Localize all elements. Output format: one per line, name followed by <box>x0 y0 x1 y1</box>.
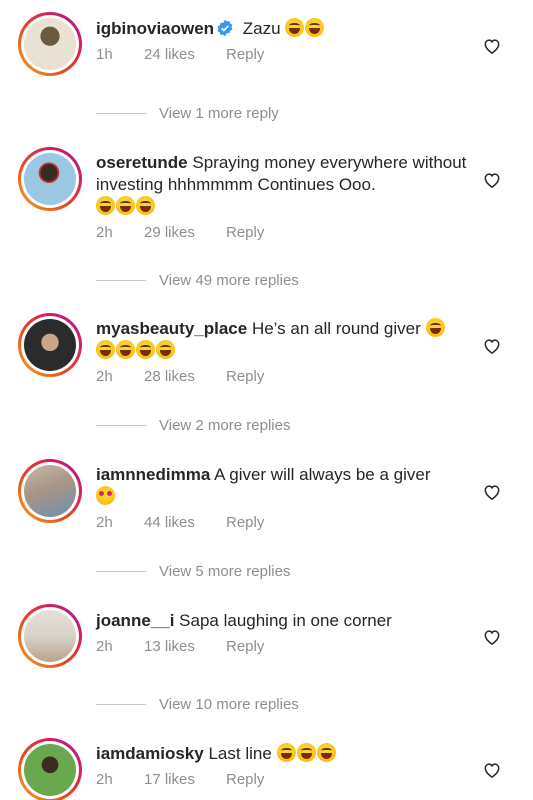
comment-text: Sapa laughing in one corner <box>179 611 392 630</box>
avatar[interactable] <box>18 147 82 211</box>
laughing-emoji-icon <box>96 196 115 215</box>
heart-eyes-emoji-icon <box>96 486 115 505</box>
reply-button[interactable]: Reply <box>226 224 264 241</box>
view-replies-label: View 49 more replies <box>159 271 299 289</box>
reply-button[interactable]: Reply <box>226 514 264 531</box>
view-replies-label: View 2 more replies <box>159 416 291 434</box>
heart-outline-icon[interactable] <box>482 170 502 190</box>
heart-outline-icon[interactable] <box>482 760 502 780</box>
comment-time: 2h <box>96 224 113 241</box>
comment-time: 2h <box>96 368 113 385</box>
heart-outline-icon[interactable] <box>482 36 502 56</box>
comment-username[interactable]: oseretunde <box>96 153 188 172</box>
laughing-emoji-icon <box>136 196 155 215</box>
comment-username[interactable]: joanne__i <box>96 611 174 630</box>
divider-line <box>96 279 146 281</box>
laughing-emoji-icon <box>285 18 305 37</box>
reply-button[interactable]: Reply <box>226 638 264 655</box>
comment-likes[interactable]: 44 likes <box>144 514 226 531</box>
view-replies-label: View 5 more replies <box>159 562 291 580</box>
reply-button[interactable]: Reply <box>226 771 264 788</box>
comment-text: He’s an all round giver <box>251 319 421 338</box>
view-replies-button[interactable]: View 49 more replies <box>96 270 299 290</box>
comment-likes[interactable]: 13 likes <box>144 638 226 655</box>
comment-text: Last line <box>208 744 272 763</box>
laughing-emoji-icon <box>296 743 316 762</box>
view-replies-button[interactable]: View 1 more reply <box>96 103 279 123</box>
divider-line <box>96 424 146 426</box>
view-replies-label: View 10 more replies <box>159 695 299 713</box>
laughing-emoji-icon <box>116 196 135 215</box>
avatar[interactable] <box>18 738 82 800</box>
comment-username[interactable]: iamdamiosky <box>96 744 204 763</box>
avatar[interactable] <box>18 12 82 76</box>
comment-time: 1h <box>96 46 113 63</box>
avatar[interactable] <box>18 313 82 377</box>
verified-badge-icon <box>217 19 233 37</box>
comment-likes[interactable]: 24 likes <box>144 46 226 63</box>
avatar[interactable] <box>18 604 82 668</box>
comment-text: A giver will always be a giver <box>214 465 431 484</box>
comment-username[interactable]: myasbeauty_place <box>96 319 247 338</box>
comment-username[interactable]: iamnnedimma <box>96 465 210 484</box>
laughing-emoji-icon <box>136 340 155 359</box>
heart-outline-icon[interactable] <box>482 482 502 502</box>
divider-line <box>96 703 146 705</box>
comment-text: Zazu <box>242 19 281 38</box>
comment-time: 2h <box>96 638 113 655</box>
comment-username[interactable]: igbinoviaowen <box>96 19 214 38</box>
comment-likes[interactable]: 28 likes <box>144 368 226 385</box>
divider-line <box>96 570 146 572</box>
comment-likes[interactable]: 29 likes <box>144 224 226 241</box>
reply-button[interactable]: Reply <box>226 46 264 63</box>
laughing-emoji-icon <box>316 743 336 762</box>
comment-time: 2h <box>96 514 113 531</box>
view-replies-button[interactable]: View 10 more replies <box>96 694 299 714</box>
heart-outline-icon[interactable] <box>482 336 502 356</box>
laughing-emoji-icon <box>276 743 296 762</box>
laughing-emoji-icon <box>305 18 325 37</box>
avatar[interactable] <box>18 459 82 523</box>
laughing-emoji-icon <box>156 340 175 359</box>
laughing-emoji-icon <box>425 318 445 337</box>
reply-button[interactable]: Reply <box>226 368 264 385</box>
laughing-emoji-icon <box>116 340 135 359</box>
view-replies-button[interactable]: View 5 more replies <box>96 561 290 581</box>
laughing-emoji-icon <box>96 340 115 359</box>
comment-time: 2h <box>96 771 113 788</box>
view-replies-label: View 1 more reply <box>159 104 279 122</box>
view-replies-button[interactable]: View 2 more replies <box>96 415 290 435</box>
heart-outline-icon[interactable] <box>482 627 502 647</box>
comment-likes[interactable]: 17 likes <box>144 771 226 788</box>
divider-line <box>96 112 146 114</box>
